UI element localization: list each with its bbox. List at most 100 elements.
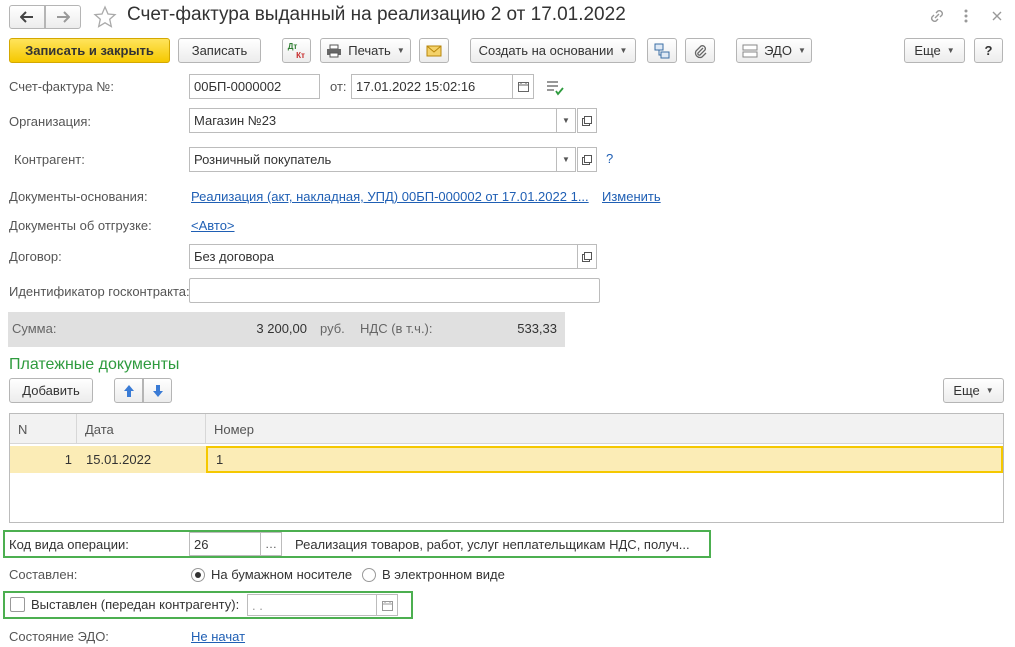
envelope-icon (426, 45, 442, 56)
open-icon (582, 251, 592, 262)
chevron-down-icon: ▼ (946, 46, 955, 55)
paperclip-icon (694, 44, 707, 58)
close-icon[interactable] (991, 10, 1003, 22)
contract-open-button[interactable] (577, 244, 597, 269)
document-status-icon[interactable] (546, 80, 564, 96)
counterparty-field[interactable]: Розничный покупатель (189, 147, 557, 172)
kebab-icon[interactable] (962, 6, 970, 26)
print-button[interactable]: Печать ▼ (320, 38, 411, 63)
move-down-button[interactable] (143, 378, 172, 403)
open-icon (582, 154, 592, 165)
operation-code-field[interactable]: 26 (189, 532, 261, 556)
base-documents-label: Документы-основания: (9, 189, 148, 204)
issued-label[interactable]: Выставлен (передан контрагенту): (31, 597, 239, 612)
window-title: Счет-фактура выданный на реализацию 2 от… (127, 4, 626, 25)
column-header-number[interactable]: Номер (206, 414, 1003, 444)
kt-label: Кт (296, 50, 305, 60)
email-button[interactable] (419, 38, 449, 63)
date-field[interactable]: 17.01.2022 15:02:16 (351, 74, 513, 99)
add-payment-button[interactable]: Добавить (9, 378, 93, 403)
create-based-on-label: Создать на основании (478, 43, 614, 58)
invoice-number-field[interactable]: 00БП-0000002 (189, 74, 320, 99)
electronic-radio-label[interactable]: В электронном виде (382, 567, 505, 582)
edo-icon (742, 44, 758, 57)
edo-button[interactable]: ЭДО ▼ (736, 38, 812, 63)
column-header-date[interactable]: Дата (77, 414, 206, 444)
edo-state-link[interactable]: Не начат (191, 629, 245, 644)
favorite-star-icon[interactable] (93, 5, 117, 29)
operation-code-description: Реализация товаров, работ, услуг неплате… (295, 537, 690, 552)
invoice-number-label: Счет-фактура №: (9, 79, 114, 94)
paper-radio[interactable] (191, 568, 205, 582)
arrow-down-icon (152, 384, 163, 397)
shipment-documents-link[interactable]: <Авто> (191, 218, 235, 233)
vat-label: НДС (в т.ч.): (360, 321, 433, 336)
chevron-down-icon: ▼ (562, 116, 570, 125)
payment-documents-title: Платежные документы (9, 356, 180, 373)
base-documents-link[interactable]: Реализация (акт, накладная, УПД) 00БП-00… (191, 189, 589, 204)
operation-code-select-button[interactable]: … (260, 532, 282, 556)
contract-field[interactable]: Без договора (189, 244, 578, 269)
sum-field: 3 200,00 (189, 316, 312, 341)
payments-more-label: Еще (953, 383, 980, 398)
chevron-down-icon: ▼ (619, 46, 628, 55)
row-n-cell[interactable]: 1 (10, 447, 72, 472)
column-header-n[interactable]: N (10, 414, 77, 444)
print-label: Печать (348, 43, 391, 58)
dt-label: Дт (287, 41, 298, 51)
calendar-icon (517, 82, 529, 92)
organization-label: Организация: (9, 114, 92, 129)
save-button[interactable]: Записать (178, 38, 261, 63)
issued-calendar-button[interactable] (376, 594, 398, 616)
sum-label: Сумма: (12, 321, 57, 336)
edo-state-label: Состояние ЭДО: (9, 629, 109, 644)
back-button[interactable] (9, 5, 45, 29)
more-label: Еще (914, 43, 941, 58)
forward-button[interactable] (45, 5, 81, 29)
shipment-documents-label: Документы об отгрузке: (9, 218, 152, 233)
structure-icon (654, 43, 670, 58)
printer-icon (327, 44, 342, 57)
payments-more-button[interactable]: Еще ▼ (943, 378, 1004, 403)
gov-contract-label: Идентификатор госконтракта: (9, 284, 190, 299)
row-number-cell[interactable]: 1 (206, 446, 1003, 473)
arrow-left-icon (20, 11, 33, 23)
organization-dropdown-button[interactable]: ▼ (556, 108, 576, 133)
organization-open-button[interactable] (577, 108, 597, 133)
vat-field: 533,33 (441, 316, 562, 341)
chevron-down-icon: ▼ (797, 46, 806, 55)
structure-button[interactable] (647, 38, 677, 63)
chevron-down-icon: ▼ (985, 386, 994, 395)
issued-date-field[interactable]: . . (247, 594, 377, 616)
gov-contract-field[interactable] (189, 278, 600, 303)
dt-kt-button[interactable]: Дт Кт (282, 38, 311, 63)
issued-checkbox[interactable] (10, 597, 25, 612)
more-button[interactable]: Еще ▼ (904, 38, 965, 63)
edo-label: ЭДО (764, 43, 792, 58)
calendar-button[interactable] (512, 74, 534, 99)
change-base-documents-link[interactable]: Изменить (602, 189, 661, 204)
open-icon (582, 115, 592, 126)
help-button[interactable]: ? (974, 38, 1003, 63)
operation-code-label: Код вида операции: (9, 537, 129, 552)
currency-label: руб. (320, 321, 345, 336)
composed-label: Составлен: (9, 567, 78, 582)
calendar-icon (381, 600, 393, 611)
move-up-button[interactable] (114, 378, 143, 403)
electronic-radio[interactable] (362, 568, 376, 582)
contract-label: Договор: (9, 249, 62, 264)
paper-radio-label[interactable]: На бумажном носителе (211, 567, 352, 582)
chevron-down-icon: ▼ (396, 46, 405, 55)
chevron-down-icon: ▼ (562, 155, 570, 164)
counterparty-help-link[interactable]: ? (606, 151, 613, 166)
date-label: от: (330, 79, 347, 94)
row-date-cell[interactable]: 15.01.2022 (86, 447, 204, 472)
attach-button[interactable] (685, 38, 715, 63)
arrow-up-icon (123, 384, 134, 397)
counterparty-open-button[interactable] (577, 147, 597, 172)
link-icon[interactable] (928, 7, 946, 25)
create-based-on-button[interactable]: Создать на основании ▼ (470, 38, 636, 63)
save-and-close-button[interactable]: Записать и закрыть (9, 38, 170, 63)
organization-field[interactable]: Магазин №23 (189, 108, 557, 133)
counterparty-dropdown-button[interactable]: ▼ (556, 147, 576, 172)
